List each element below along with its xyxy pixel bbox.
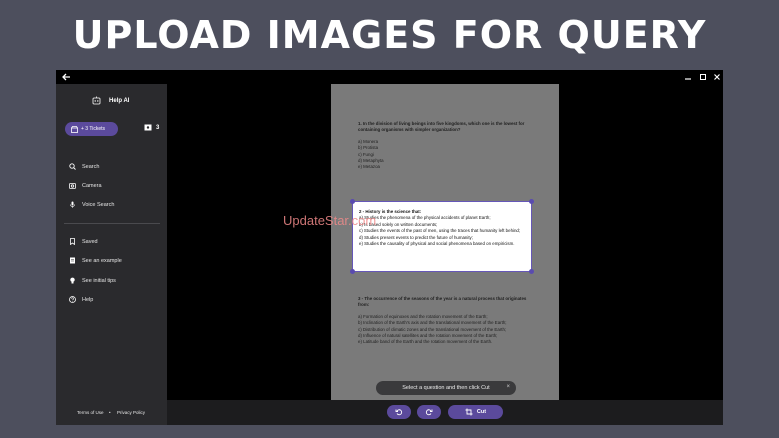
- minimize-icon[interactable]: [682, 71, 694, 83]
- footer-separator: •: [109, 410, 111, 415]
- crop-handle-top-left[interactable]: [350, 199, 355, 204]
- rotate-right-icon: [425, 409, 433, 416]
- rotate-left-button[interactable]: [387, 405, 411, 419]
- titlebar: [56, 70, 723, 84]
- ticket-icon: [144, 124, 152, 131]
- crop-handle-bottom-right[interactable]: [529, 269, 534, 274]
- sidebar-item-initial-tips[interactable]: See initial tips: [69, 277, 116, 284]
- cut-button[interactable]: Cut: [448, 405, 503, 419]
- sidebar-item-voice-search[interactable]: Voice Search: [69, 201, 114, 208]
- question-2: 2 - History is the science that: a) Stud…: [359, 209, 527, 247]
- question-1-title: 1. In the division of living beings into…: [358, 121, 525, 133]
- sidebar-item-see-example[interactable]: See an example: [69, 257, 122, 264]
- crop-handle-bottom-left[interactable]: [350, 269, 355, 274]
- crop-icon: [465, 408, 473, 416]
- question-3[interactable]: 3 - The occurrence of the seasons of the…: [358, 296, 533, 346]
- question-1[interactable]: 1. In the division of living beings into…: [358, 121, 533, 171]
- help-icon: [69, 296, 76, 303]
- banner: UPLOAD IMAGES FOR QUERY: [0, 0, 779, 70]
- close-icon[interactable]: [711, 71, 723, 83]
- app-window: Help AI + 3 Tickets 3 Search Camera Voic…: [56, 70, 723, 425]
- toast-close-icon[interactable]: ×: [506, 384, 510, 390]
- question-1-options: a) Monera b) Protista c) Fungi d) Metaph…: [358, 139, 533, 171]
- sidebar-item-saved[interactable]: Saved: [69, 238, 98, 245]
- instruction-toast: Select a question and then click Cut ×: [376, 381, 516, 395]
- privacy-policy-link[interactable]: Privacy Policy: [117, 410, 145, 415]
- option: e) Latitude band of the Earth and the ro…: [358, 339, 493, 345]
- back-arrow-icon[interactable]: [60, 70, 72, 84]
- bookmark-icon: [70, 238, 75, 245]
- sidebar-item-label: Saved: [82, 238, 98, 245]
- banner-title: UPLOAD IMAGES FOR QUERY: [72, 13, 707, 57]
- microphone-icon: [70, 201, 75, 208]
- brand: Help AI: [92, 96, 129, 105]
- watermark: UpdateStar.com: [283, 213, 377, 228]
- question-3-options: a) Formation of equinoxes and the rotati…: [358, 314, 533, 346]
- option: e) Metazoa: [358, 164, 380, 170]
- camera-icon: [69, 183, 76, 189]
- sidebar-item-camera[interactable]: Camera: [69, 182, 102, 189]
- selection-crop-box[interactable]: 2 - History is the science that: a) Stud…: [352, 201, 532, 272]
- option: e) Studies the causality of physical and…: [359, 241, 515, 247]
- sidebar-item-label: See initial tips: [82, 277, 116, 284]
- ticket-count: 3: [156, 124, 160, 131]
- cut-button-label: Cut: [476, 409, 487, 415]
- search-icon: [69, 163, 76, 170]
- toast-text: Select a question and then click Cut: [402, 385, 490, 391]
- sidebar-item-label: Help: [82, 296, 94, 303]
- brand-name: Help AI: [109, 97, 130, 104]
- rotate-left-icon: [395, 409, 403, 416]
- question-3-title: 3 - The occurrence of the seasons of the…: [358, 296, 527, 308]
- terms-of-use-link[interactable]: Terms of Use: [77, 410, 104, 415]
- document-icon: [70, 257, 75, 264]
- sidebar-item-label: Camera: [82, 182, 102, 189]
- sidebar-item-label: Search: [82, 163, 100, 170]
- crop-handle-top-right[interactable]: [529, 199, 534, 204]
- sidebar-item-help[interactable]: Help: [69, 296, 93, 303]
- option: c) Studies the events of the past of men…: [359, 228, 521, 234]
- maximize-icon[interactable]: [697, 71, 709, 83]
- sidebar-item-label: Voice Search: [82, 201, 115, 208]
- sidebar-item-label: See an example: [82, 257, 122, 264]
- tickets-button-label: + 3 Tickets: [81, 126, 106, 132]
- sidebar: Help AI + 3 Tickets 3 Search Camera Voic…: [56, 84, 167, 425]
- robot-icon: [92, 96, 101, 105]
- add-tickets-button[interactable]: + 3 Tickets: [65, 122, 118, 136]
- lightbulb-icon: [70, 277, 75, 284]
- rotate-right-button[interactable]: [417, 405, 441, 419]
- image-canvas: 1. In the division of living beings into…: [167, 84, 723, 425]
- ticket-balance: 3: [144, 124, 159, 131]
- sidebar-item-search[interactable]: Search: [69, 163, 99, 170]
- sidebar-divider: [64, 223, 160, 224]
- store-icon: [71, 125, 78, 133]
- bottom-toolbar: Cut: [167, 400, 723, 425]
